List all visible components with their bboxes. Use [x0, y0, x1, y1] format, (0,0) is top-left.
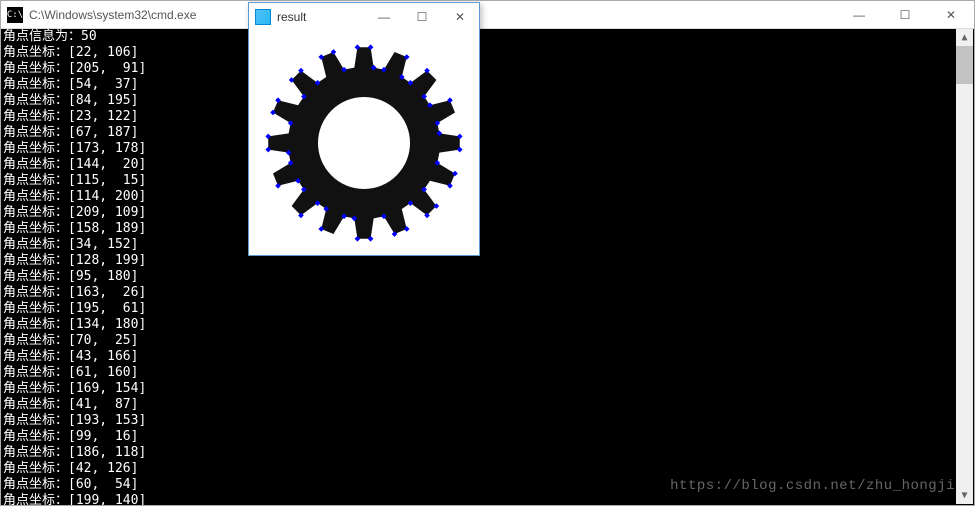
result-app-icon: [255, 9, 271, 25]
scrollbar-thumb[interactable]: [956, 46, 973, 84]
gear-image: [249, 31, 479, 255]
scrollbar-track[interactable]: [956, 46, 973, 487]
vertical-scrollbar[interactable]: ▲ ▼: [956, 29, 973, 504]
cmd-window-controls: — ☐ ✕: [836, 1, 974, 28]
cmd-titlebar[interactable]: C:\ C:\Windows\system32\cmd.exe — ☐ ✕: [1, 1, 974, 29]
result-canvas: [249, 31, 479, 255]
cmd-app-icon: C:\: [7, 7, 23, 23]
cmd-maximize-button[interactable]: ☐: [882, 1, 928, 28]
watermark-text: https://blog.csdn.net/zhu_hongji: [670, 478, 955, 494]
cmd-window: C:\ C:\Windows\system32\cmd.exe — ☐ ✕ 角点…: [0, 0, 975, 506]
result-title: result: [277, 10, 365, 24]
result-minimize-button[interactable]: —: [365, 3, 403, 31]
scrollbar-up-button[interactable]: ▲: [956, 29, 973, 46]
result-maximize-button[interactable]: ☐: [403, 3, 441, 31]
result-close-button[interactable]: ✕: [441, 3, 479, 31]
result-window[interactable]: result — ☐ ✕: [248, 2, 480, 256]
cmd-close-button[interactable]: ✕: [928, 1, 974, 28]
cmd-minimize-button[interactable]: —: [836, 1, 882, 28]
result-titlebar[interactable]: result — ☐ ✕: [249, 3, 479, 31]
scrollbar-down-button[interactable]: ▼: [956, 487, 973, 504]
console-output[interactable]: 角点信息为：50 角点坐标：[22, 106] 角点坐标：[205, 91] 角…: [1, 29, 974, 505]
